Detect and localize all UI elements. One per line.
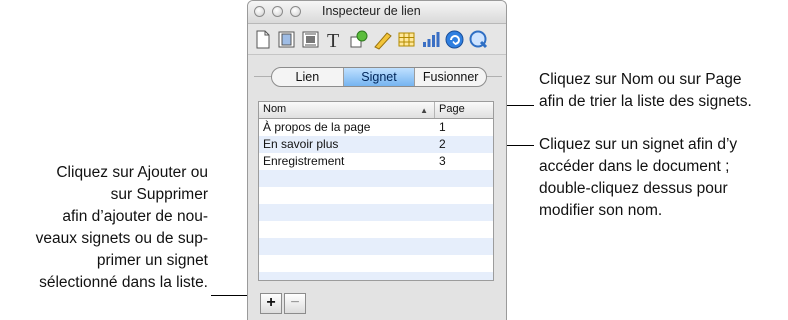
link-inspector-window: Inspecteur de lien T Lien Signet Fusionn… xyxy=(247,0,507,320)
empty-row xyxy=(259,272,493,280)
bookmark-name: En savoir plus xyxy=(263,137,339,151)
column-header-nom-label: Nom xyxy=(263,103,287,115)
divider-left xyxy=(254,76,272,77)
callout-line: Cliquez sur Nom ou sur Page xyxy=(539,71,742,88)
callout-line: afin de trier la liste des signets. xyxy=(539,93,752,110)
column-header-page[interactable]: Page xyxy=(435,102,493,118)
column-header-nom[interactable]: Nom ▲ xyxy=(259,102,435,118)
add-bookmark-button[interactable]: + xyxy=(260,293,282,314)
table-row[interactable]: En savoir plus 2 xyxy=(259,136,493,153)
empty-row xyxy=(259,204,493,221)
callout-line: modifier son nom. xyxy=(539,202,663,219)
callout-line: Cliquez sur un signet afin d’y xyxy=(539,136,738,153)
callout-line: primer un signet xyxy=(96,252,208,269)
empty-row xyxy=(259,238,493,255)
callout-line: sélectionné dans la liste. xyxy=(39,274,208,291)
quicktime-icon[interactable] xyxy=(468,29,489,50)
metrics-icon[interactable] xyxy=(372,29,393,50)
callout-click: Cliquez sur un signet afin d’y accéder d… xyxy=(539,134,737,222)
callout-line: veaux signets ou de sup- xyxy=(35,230,208,247)
chart-icon[interactable] xyxy=(420,29,441,50)
bookmark-page: 2 xyxy=(439,137,446,151)
link-icon[interactable] xyxy=(444,29,465,50)
document-icon[interactable] xyxy=(252,29,273,50)
table-body: À propos de la page 1 En savoir plus 2 E… xyxy=(259,119,493,280)
empty-row xyxy=(259,187,493,204)
bookmark-name: À propos de la page xyxy=(263,120,371,134)
layout-icon[interactable] xyxy=(276,29,297,50)
callout-line: Cliquez sur Ajouter ou xyxy=(56,164,208,181)
table-icon[interactable] xyxy=(396,29,417,50)
graphic-icon[interactable] xyxy=(348,29,369,50)
callout-line: sur Supprimer xyxy=(110,186,208,203)
table-header: Nom ▲ Page xyxy=(259,102,493,119)
wrap-icon[interactable] xyxy=(300,29,321,50)
inspector-toolbar: T xyxy=(248,24,506,55)
inspector-tabs: Lien Signet Fusionner xyxy=(271,67,487,87)
bookmark-page: 1 xyxy=(439,120,446,134)
table-row[interactable]: À propos de la page 1 xyxy=(259,119,493,136)
tab-signet[interactable]: Signet xyxy=(343,68,416,86)
callout-sort: Cliquez sur Nom ou sur Page afin de trie… xyxy=(539,69,752,113)
table-row[interactable]: Enregistrement 3 xyxy=(259,153,493,170)
minimize-button[interactable] xyxy=(272,6,283,17)
empty-row xyxy=(259,221,493,238)
tab-lien[interactable]: Lien xyxy=(272,68,344,86)
empty-row xyxy=(259,170,493,187)
bookmark-page: 3 xyxy=(439,154,446,168)
svg-text:T: T xyxy=(327,30,339,50)
divider-right xyxy=(486,76,502,77)
callout-line: double-cliquez dessus pour xyxy=(539,180,728,197)
callout-line: afin d’ajouter de nou- xyxy=(62,208,208,225)
sort-up-icon: ▲ xyxy=(420,106,428,115)
close-button[interactable] xyxy=(254,6,265,17)
bookmark-name: Enregistrement xyxy=(263,154,345,168)
zoom-button[interactable] xyxy=(290,6,301,17)
empty-row xyxy=(259,255,493,272)
bookmarks-table: Nom ▲ Page À propos de la page 1 En savo… xyxy=(258,101,494,281)
window-title: Inspecteur de lien xyxy=(322,4,421,18)
callout-add-remove: Cliquez sur Ajouter ou sur Supprimer afi… xyxy=(0,162,208,294)
tab-fusionner[interactable]: Fusionner xyxy=(415,68,486,86)
remove-bookmark-button[interactable]: − xyxy=(284,293,306,314)
text-icon[interactable]: T xyxy=(324,29,345,52)
callout-line: accéder dans le document ; xyxy=(539,158,730,175)
title-bar: Inspecteur de lien xyxy=(248,1,506,24)
